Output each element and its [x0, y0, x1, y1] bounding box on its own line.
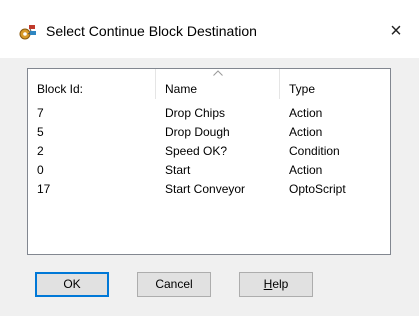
- cancel-button[interactable]: Cancel: [137, 272, 211, 297]
- block-id-cell: 17: [37, 182, 51, 196]
- gear-flowchart-icon: [19, 25, 36, 40]
- block-type-cell: OptoScript: [289, 182, 346, 196]
- list-header: Block Id: Name Type: [28, 69, 390, 99]
- block-id-cell: 0: [37, 163, 44, 177]
- block-name-cell: Start: [165, 163, 191, 177]
- ok-button[interactable]: OK: [35, 272, 109, 297]
- column-header-block-id[interactable]: Block Id:: [28, 69, 156, 99]
- block-name-cell: Speed OK?: [165, 144, 228, 158]
- list-row[interactable]: 2 Speed OK? Condition: [28, 142, 390, 161]
- block-type-cell: Action: [289, 125, 323, 139]
- column-label: Name: [165, 82, 198, 96]
- block-type-cell: Condition: [289, 144, 340, 158]
- close-button[interactable]: ×: [383, 18, 409, 44]
- column-label: Block Id:: [37, 82, 84, 96]
- ok-label: OK: [63, 277, 81, 291]
- block-name-cell: Drop Chips: [165, 106, 226, 120]
- list-row[interactable]: 0 Start Action: [28, 161, 390, 180]
- block-id-cell: 7: [37, 106, 44, 120]
- help-label: elp: [272, 277, 289, 291]
- sort-ascending-icon: [213, 70, 223, 76]
- title-bar: Select Continue Block Destination ×: [0, 0, 419, 58]
- select-continue-block-dialog: Select Continue Block Destination × Bloc…: [0, 0, 419, 316]
- column-header-name[interactable]: Name: [156, 69, 280, 99]
- list-row[interactable]: 17 Start Conveyor OptoScript: [28, 180, 390, 199]
- block-name-cell: Drop Dough: [165, 125, 230, 139]
- list-row[interactable]: 7 Drop Chips Action: [28, 104, 390, 123]
- block-type-cell: Action: [289, 163, 323, 177]
- block-id-cell: 5: [37, 125, 44, 139]
- block-id-cell: 2: [37, 144, 44, 158]
- block-name-cell: Start Conveyor: [165, 182, 246, 196]
- column-header-type[interactable]: Type: [280, 69, 390, 99]
- block-type-cell: Action: [289, 106, 323, 120]
- window-title: Select Continue Block Destination: [46, 23, 257, 39]
- cancel-label: Cancel: [155, 277, 193, 291]
- block-list[interactable]: Block Id: Name Type 7 Drop Chips Action …: [27, 68, 391, 255]
- help-button[interactable]: Help: [239, 272, 313, 297]
- list-row[interactable]: 5 Drop Dough Action: [28, 123, 390, 142]
- close-icon: ×: [390, 20, 402, 42]
- column-label: Type: [289, 82, 316, 96]
